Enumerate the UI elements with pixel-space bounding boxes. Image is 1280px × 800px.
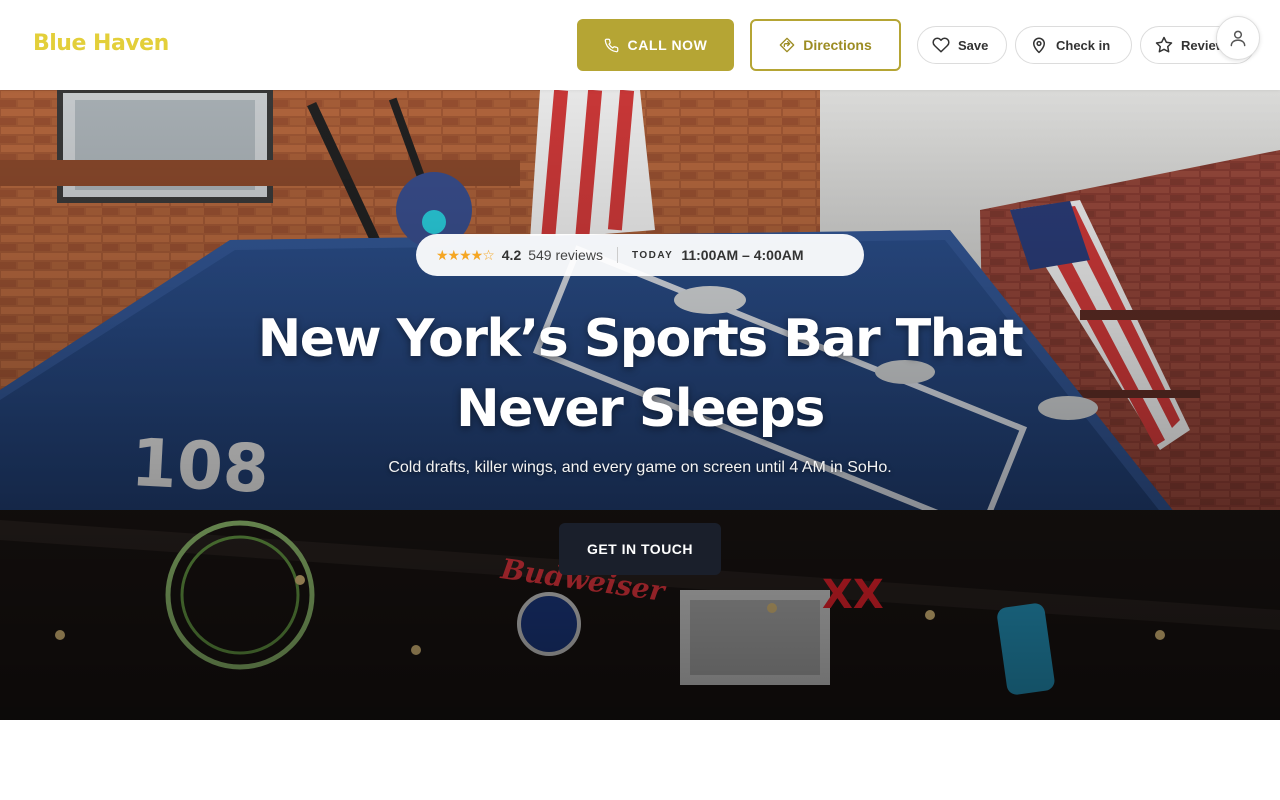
save-label: Save <box>958 37 989 53</box>
call-now-button[interactable]: CALL NOW <box>577 19 734 71</box>
rating-value: 4.2 <box>501 247 522 263</box>
rating-stars-icon: ★★★★☆ <box>436 246 495 263</box>
below-hero-area <box>0 720 1280 800</box>
check-in-label: Check in <box>1056 37 1111 53</box>
account-button[interactable] <box>1216 16 1260 60</box>
user-icon <box>1228 28 1248 48</box>
review-count-link[interactable]: 549 reviews <box>528 247 603 263</box>
directions-icon <box>779 37 795 53</box>
rating-hours-pill: ★★★★☆ 4.2 549 reviews TODAY 11:00AM – 4:… <box>416 234 864 276</box>
check-in-button[interactable]: Check in <box>1015 26 1132 64</box>
pill-divider <box>616 247 618 263</box>
save-button[interactable]: Save <box>917 26 1007 64</box>
directions-button[interactable]: Directions <box>750 19 901 71</box>
heart-icon <box>932 36 950 54</box>
site-header: Blue Haven CALL NOW Directions Save Chec… <box>0 0 1280 90</box>
hero-headline: New York’s Sports Bar That Never Sleeps <box>257 309 1024 439</box>
get-in-touch-button[interactable]: GET IN TOUCH <box>559 523 721 575</box>
brand-logo[interactable]: Blue Haven <box>33 31 169 56</box>
hero-subtitle: Cold drafts, killer wings, and every gam… <box>388 459 892 476</box>
star-icon <box>1155 36 1173 54</box>
directions-label: Directions <box>803 37 872 53</box>
call-now-label: CALL NOW <box>627 37 708 53</box>
hero-section: 108 Budweiser XX ★★★★☆ 4.2 549 reviews T… <box>0 90 1280 720</box>
hours-value: 11:00AM – 4:00AM <box>681 247 804 263</box>
map-pin-icon <box>1030 36 1048 54</box>
hours-label: TODAY <box>631 249 674 261</box>
phone-icon <box>604 38 619 53</box>
